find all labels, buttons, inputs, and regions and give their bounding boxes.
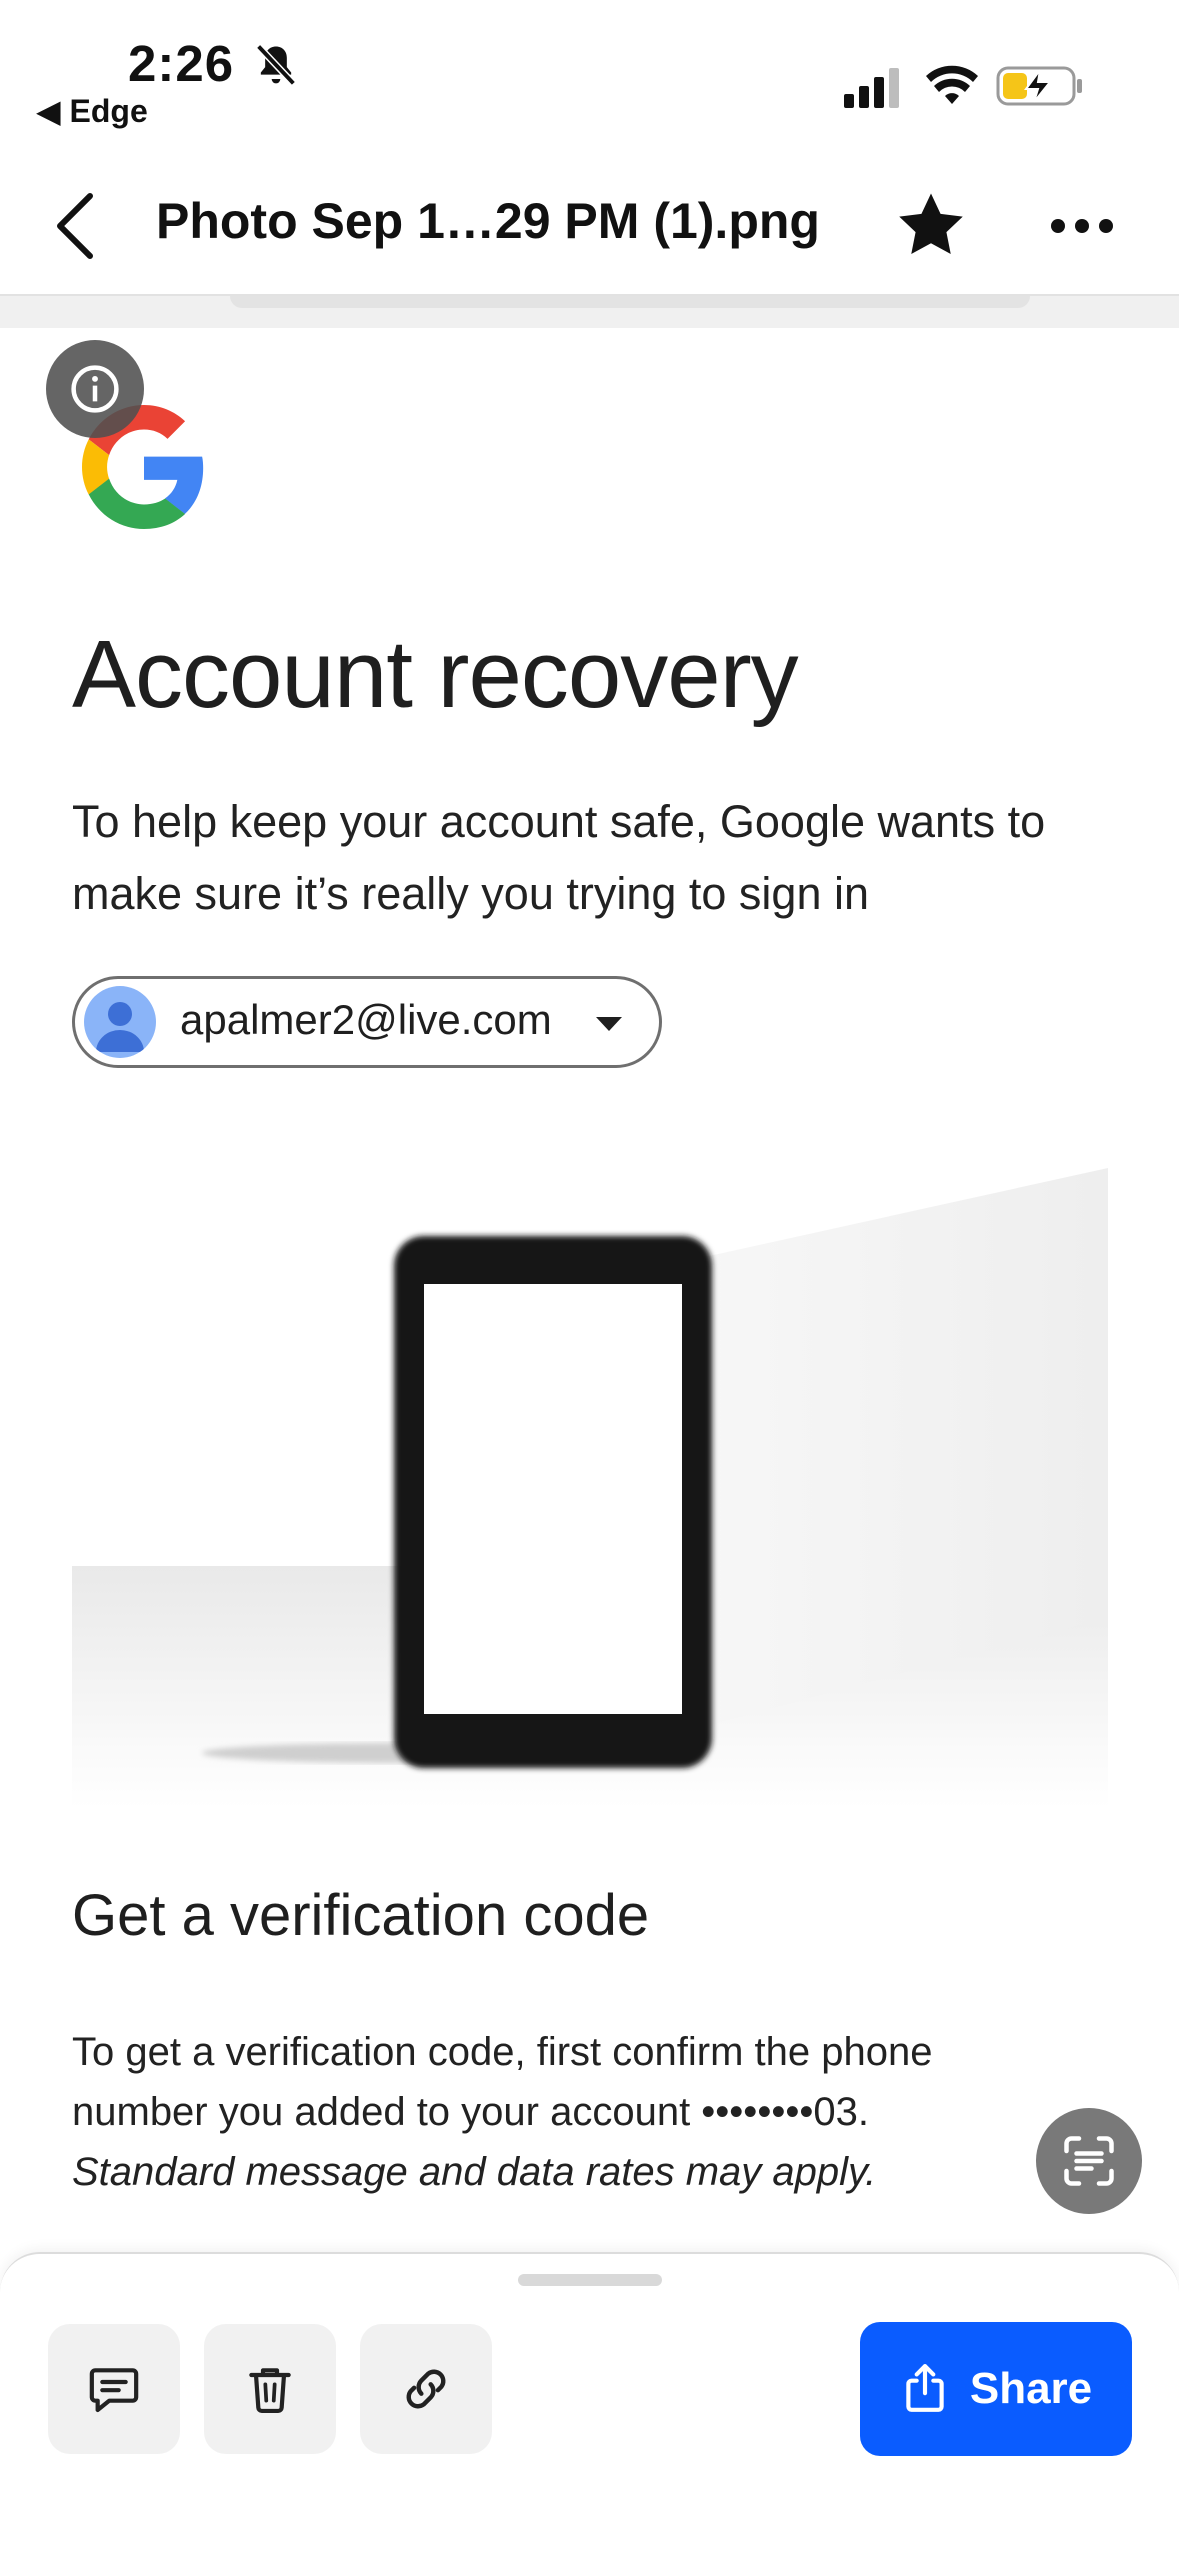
comment-icon (89, 2368, 139, 2413)
chevron-left-icon[interactable] (44, 186, 108, 266)
link-icon (406, 2369, 446, 2409)
share-button[interactable]: Share (860, 2322, 1132, 2456)
live-text-scan-icon (1064, 2136, 1114, 2186)
person-icon (96, 1002, 144, 1052)
back-app-label: Edge (69, 93, 148, 129)
info-icon (71, 365, 119, 413)
verification-body: To get a verification code, first confir… (72, 2030, 933, 2134)
account-email: apalmer2@live.com (180, 996, 552, 1043)
copy-link-button[interactable] (360, 2324, 492, 2454)
wifi-icon (926, 65, 978, 104)
verification-heading: Get a verification code (72, 1883, 650, 1948)
share-icon (906, 2364, 944, 2412)
verification-text: To get a verification code, first confir… (72, 2022, 1072, 2202)
battery-charging-icon (996, 66, 1082, 106)
info-button[interactable] (46, 340, 144, 438)
triangle-left-icon: ◀ (36, 93, 61, 129)
delete-button[interactable] (204, 2324, 336, 2454)
avatar (84, 986, 156, 1058)
page-title: Account recovery (72, 621, 799, 728)
status-time: 2:26 (128, 35, 235, 92)
rates-note: Standard message and data rates may appl… (72, 2150, 877, 2194)
intro-text: To help keep your account safe, Google w… (72, 796, 1046, 919)
star-icon[interactable] (894, 188, 968, 262)
comment-button[interactable] (48, 2324, 180, 2454)
bell-slash-icon (256, 44, 296, 86)
caret-down-icon (596, 1017, 622, 1031)
sheet-drag-handle[interactable] (518, 2274, 662, 2286)
more-icon[interactable] (1046, 196, 1118, 256)
phone-illustration (72, 1168, 1108, 1808)
cellular-signal-icon (844, 68, 899, 108)
file-title: Photo Sep 1…29 PM (1).png (156, 193, 820, 249)
share-label: Share (969, 2364, 1093, 2413)
live-text-button[interactable] (1036, 2108, 1142, 2214)
back-to-app-link[interactable]: ◀ Edge (36, 92, 148, 130)
photo-top-bar (230, 296, 1030, 308)
trash-icon (249, 2368, 291, 2414)
